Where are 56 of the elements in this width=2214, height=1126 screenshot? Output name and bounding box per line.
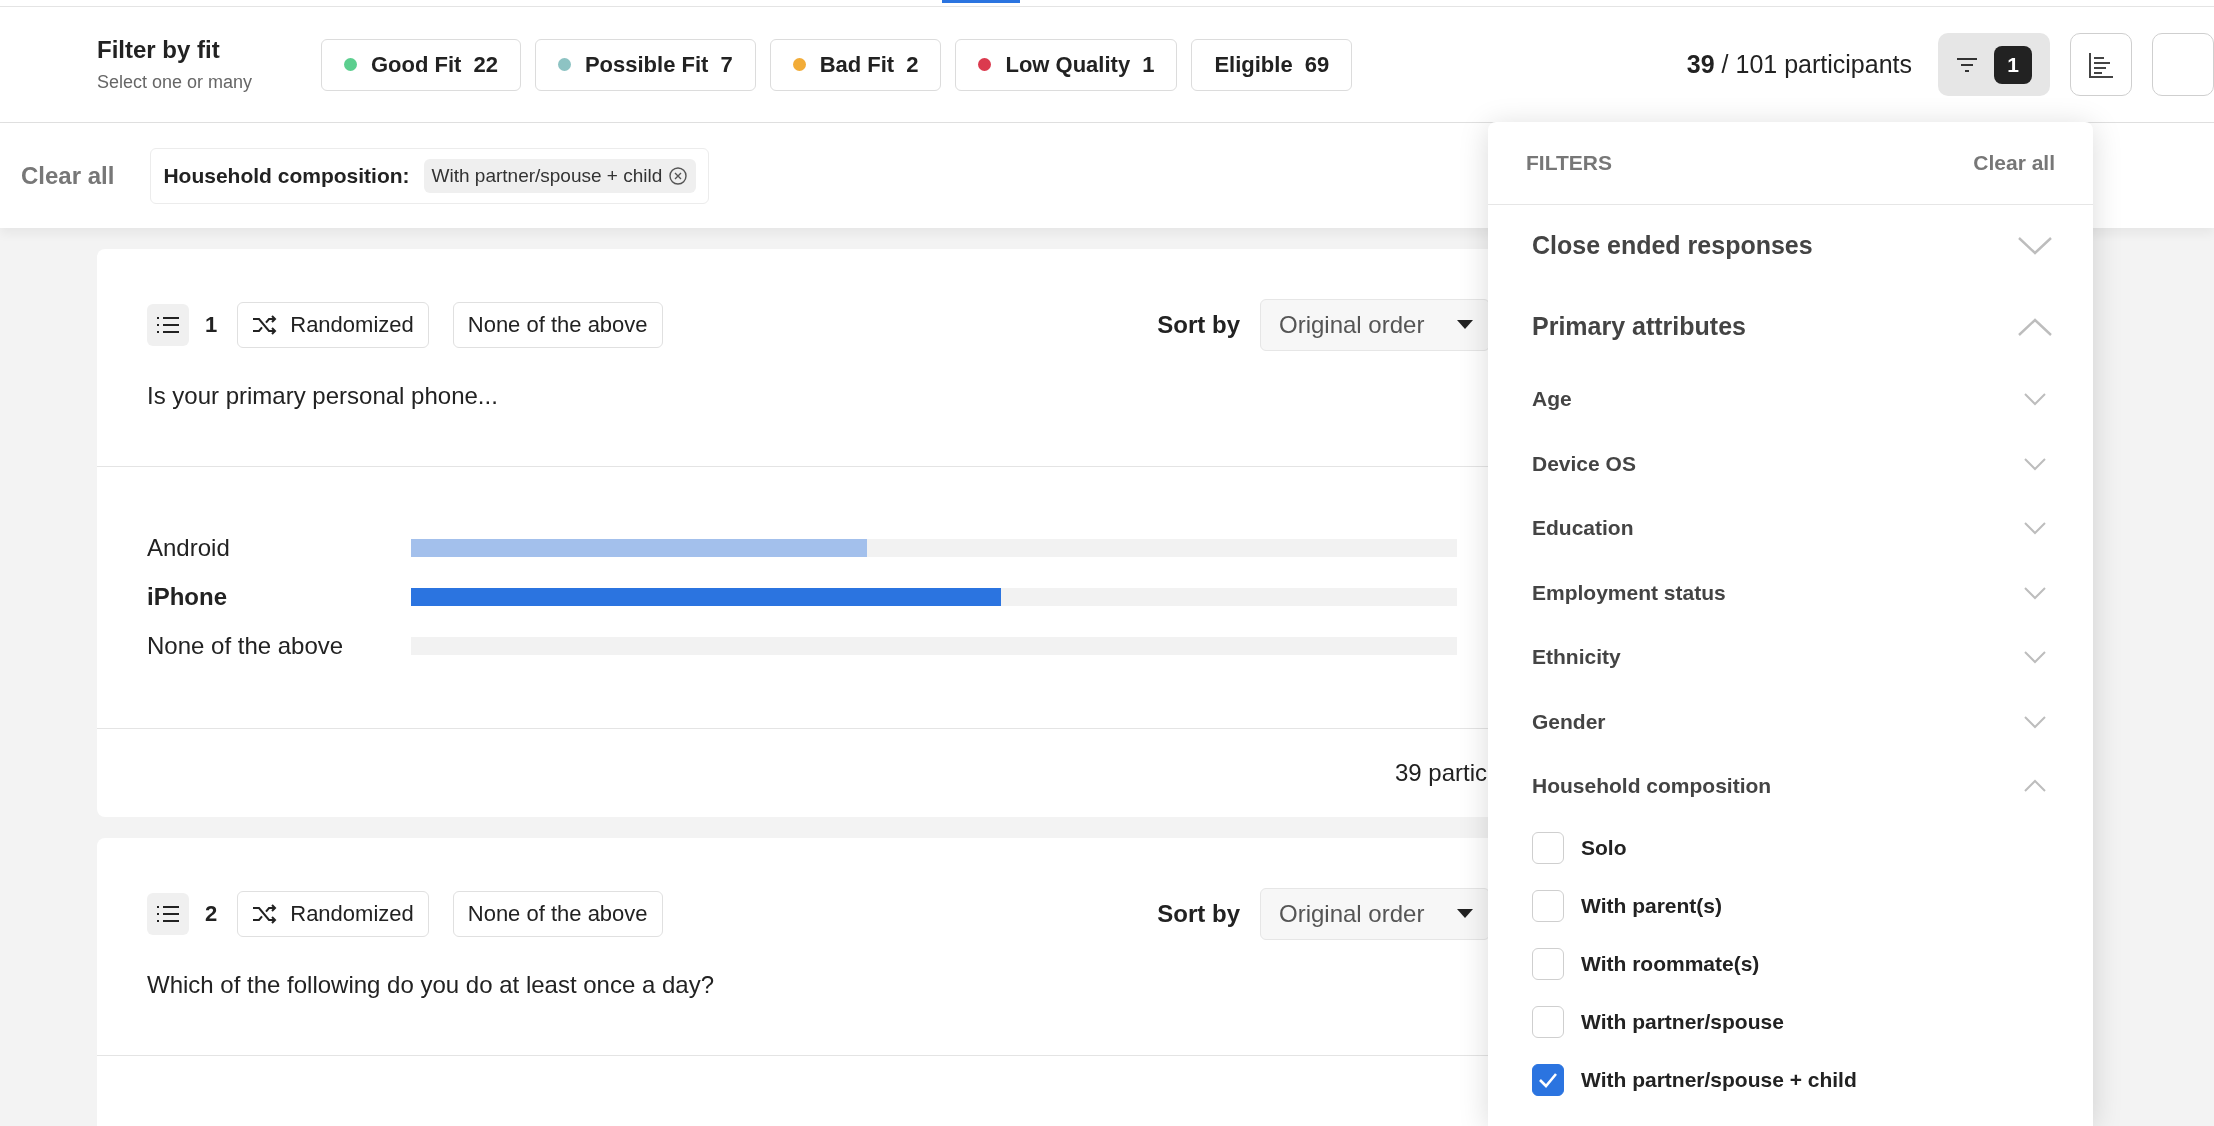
- participant-count: 39 / 101 participants: [1686, 50, 1912, 79]
- filter-subtitle: Select one or many: [97, 72, 254, 93]
- filter-attribute: Household composition:: [163, 163, 410, 188]
- fit-filter-chip[interactable]: Good Fit 22: [321, 38, 521, 91]
- sort-dropdown[interactable]: Original order: [1260, 299, 1490, 351]
- list-icon: [147, 304, 189, 346]
- answer-label: None of the above: [147, 631, 345, 660]
- checkbox-label: Solo: [1581, 835, 1627, 860]
- tag-label: Randomized: [290, 901, 414, 927]
- checkbox-label: With partner/spouse + child: [1581, 1067, 1857, 1092]
- view-button[interactable]: [2152, 33, 2214, 96]
- clear-all-button[interactable]: Clear all: [21, 161, 115, 190]
- filter-attribute-item[interactable]: Gender: [1532, 689, 2053, 754]
- tag-label: Randomized: [290, 312, 414, 338]
- filter-attribute-item[interactable]: Education: [1532, 496, 2053, 561]
- option-tag: None of the above: [452, 302, 663, 348]
- question-text: Which of the following do you do at least once a day?: [147, 971, 716, 999]
- option-tag: None of the above: [452, 891, 663, 937]
- fit-filter-chip[interactable]: Eligible 69: [1191, 38, 1353, 91]
- checkbox[interactable]: [1532, 1063, 1564, 1096]
- bar-chart-icon: [2087, 50, 2115, 79]
- sort-label: Sort by: [1157, 311, 1240, 339]
- fit-filter-chip[interactable]: Low Quality 1: [955, 38, 1178, 91]
- filter-attribute-item[interactable]: Household composition: [1532, 754, 2053, 819]
- answer-label: Android: [147, 533, 231, 562]
- shuffle-icon: [252, 315, 279, 335]
- question-number: 2: [205, 901, 218, 927]
- filter-icon: [1956, 56, 1978, 73]
- panel-title: FILTERS: [1526, 151, 1612, 175]
- filter-section-header[interactable]: Primary attributes: [1532, 286, 2053, 367]
- checkbox-label: With partner/spouse: [1581, 1009, 1784, 1034]
- sort-label: Sort by: [1157, 900, 1240, 928]
- list-icon: [147, 893, 189, 935]
- caret-icon: [1457, 320, 1473, 330]
- question-number: 1: [205, 312, 218, 338]
- chart-view-button[interactable]: [2070, 33, 2132, 96]
- shuffle-icon: [252, 904, 279, 924]
- filter-attribute-item[interactable]: Device OS: [1532, 431, 2053, 496]
- fit-filter-chip[interactable]: Bad Fit 2: [769, 38, 942, 91]
- filter-attribute-item[interactable]: Ethnicity: [1532, 625, 2053, 690]
- caret-icon: [1457, 909, 1473, 919]
- checkbox-label: With parent(s): [1581, 893, 1722, 918]
- filter-attribute-item[interactable]: Employment status: [1532, 560, 2053, 625]
- filter-attribute-item[interactable]: Age: [1532, 367, 2053, 432]
- filter-section-header[interactable]: Close ended responses: [1532, 205, 2053, 286]
- filter-button[interactable]: 1: [1938, 33, 2050, 96]
- question-text: Is your primary personal phone...: [147, 382, 499, 410]
- filter-title: Filter by fit: [97, 36, 221, 64]
- checkbox-label: With roommate(s): [1581, 951, 1760, 976]
- participant-count: 39 partic: [1394, 759, 1487, 787]
- sort-dropdown[interactable]: Original order: [1260, 888, 1490, 940]
- answer-label: iPhone: [147, 582, 228, 611]
- filter-value: With partner/spouse + child: [431, 164, 663, 187]
- remove-icon[interactable]: [668, 165, 689, 186]
- fit-filter-chip[interactable]: Possible Fit 7: [534, 38, 756, 91]
- clear-all-button[interactable]: Clear all: [1973, 151, 2055, 175]
